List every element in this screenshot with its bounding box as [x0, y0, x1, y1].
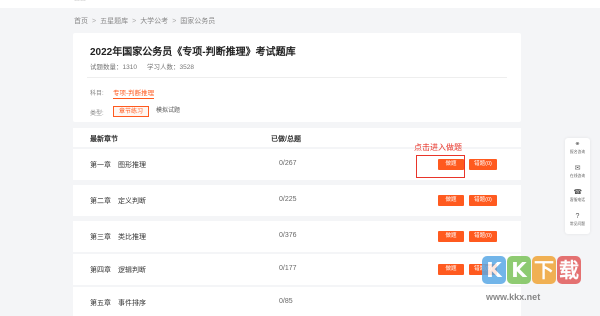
- chapter-progress: 0/177: [279, 265, 297, 272]
- subject-label: 科目:: [90, 91, 104, 97]
- breadcrumb-current[interactable]: 国家公务员: [180, 16, 215, 26]
- type-row: 类型: 章节练习 模拟试题: [73, 105, 521, 119]
- page-title: 2022年国家公务员《专项-判断推理》考试题库: [90, 47, 296, 58]
- breadcrumb-separator: >: [92, 17, 97, 25]
- phone-icon: ☎: [573, 189, 583, 196]
- breadcrumb: 首页 > 五星题库 > 大学公考 > 国家公务员: [74, 14, 215, 28]
- chapter-progress: 0/225: [279, 196, 297, 203]
- side-item-faq[interactable]: ? 常见问题: [565, 210, 590, 234]
- chapter-progress: 0/85: [279, 298, 293, 305]
- column-header-chapter: 最新章节: [90, 136, 118, 143]
- chapter-row: 第二章 定义判断 0/225 做题 错题(0): [73, 185, 521, 216]
- type-label: 类型:: [90, 111, 104, 117]
- watermark-letter: K: [507, 256, 531, 284]
- subject-row: 科目: 专项-判断推理: [73, 85, 521, 99]
- watermark-letter: 下: [532, 256, 556, 284]
- chapter-name: 图形推理: [118, 162, 146, 169]
- top-strip: ……: [0, 0, 600, 8]
- side-item-online-chat[interactable]: ✉ 在线咨询: [565, 162, 590, 186]
- learner-count: 学习人数：3528: [146, 64, 194, 71]
- top-strip-text: ……: [74, 0, 86, 3]
- exam-header-card: 2022年国家公务员《专项-判断推理》考试题库 试题数量：1310 学习人数：3…: [73, 33, 521, 122]
- wrong-questions-button[interactable]: 错题(0): [469, 231, 497, 242]
- chapter-name: 事件排序: [118, 300, 146, 307]
- chapter-number: 第四章: [90, 267, 111, 274]
- divider: [87, 77, 507, 78]
- do-questions-button[interactable]: 做题: [438, 264, 464, 275]
- watermark: K K 下 载 www.kkx.net: [478, 256, 598, 314]
- chapter-number: 第一章: [90, 162, 111, 169]
- side-item-label: 客服电话: [569, 198, 586, 202]
- chapter-name: 定义判断: [118, 198, 146, 205]
- chapter-name: 类比推理: [118, 234, 146, 241]
- watermark-letter: K: [482, 256, 506, 284]
- wrong-questions-button[interactable]: 错题(0): [469, 159, 497, 170]
- annotation-text: 点击进入做题: [414, 143, 462, 152]
- type-tab-chapter-practice[interactable]: 章节练习: [113, 106, 150, 117]
- side-item-registration[interactable]: ⚭ 报名咨询: [565, 138, 590, 162]
- side-item-label: 常见问题: [569, 222, 586, 226]
- watermark-letter: 载: [557, 256, 581, 284]
- chapter-row: 第三章 类比推理 0/376 做题 错题(0): [73, 221, 521, 252]
- exam-stats: 试题数量：1310 学习人数：3528: [90, 61, 194, 71]
- breadcrumb-separator: >: [172, 17, 177, 25]
- subject-tab[interactable]: 专项-判断推理: [113, 87, 155, 99]
- chapter-progress: 0/376: [279, 232, 297, 239]
- headset-icon: ⚭: [574, 141, 581, 148]
- column-header-done-total: 已做/总题: [271, 136, 301, 143]
- chapter-name: 逻辑判断: [118, 267, 146, 274]
- watermark-url: www.kkx.net: [486, 292, 541, 302]
- chapter-row: 第四章 逻辑判断 0/177 做题 错题(0): [73, 254, 521, 285]
- breadcrumb-category[interactable]: 大学公考: [140, 16, 168, 26]
- question-icon: ?: [575, 213, 580, 220]
- side-item-label: 报名咨询: [569, 150, 586, 154]
- chapter-number: 第三章: [90, 234, 111, 241]
- breadcrumb-separator: >: [132, 17, 137, 25]
- side-contact-panel: ⚭ 报名咨询 ✉ 在线咨询 ☎ 客服电话 ? 常见问题: [565, 138, 590, 234]
- chat-icon: ✉: [574, 165, 581, 172]
- do-questions-button[interactable]: 做题: [438, 231, 464, 242]
- chapter-row: 第五章 事件排序 0/85: [73, 287, 521, 316]
- chapter-number: 第五章: [90, 300, 111, 307]
- annotation-highlight-box: [416, 155, 465, 178]
- breadcrumb-question-bank[interactable]: 五星题库: [100, 16, 128, 26]
- type-tab-mock-exam[interactable]: 模拟试题: [151, 106, 185, 117]
- wrong-questions-button[interactable]: 错题(0): [469, 195, 497, 206]
- question-count: 试题数量：1310: [90, 64, 137, 71]
- watermark-logo: K K 下 载: [482, 256, 581, 284]
- do-questions-button[interactable]: 做题: [438, 195, 464, 206]
- breadcrumb-home[interactable]: 首页: [74, 16, 88, 26]
- side-item-phone[interactable]: ☎ 客服电话: [565, 186, 590, 210]
- chapter-number: 第二章: [90, 198, 111, 205]
- chapter-progress: 0/267: [279, 160, 297, 167]
- side-item-label: 在线咨询: [569, 174, 586, 178]
